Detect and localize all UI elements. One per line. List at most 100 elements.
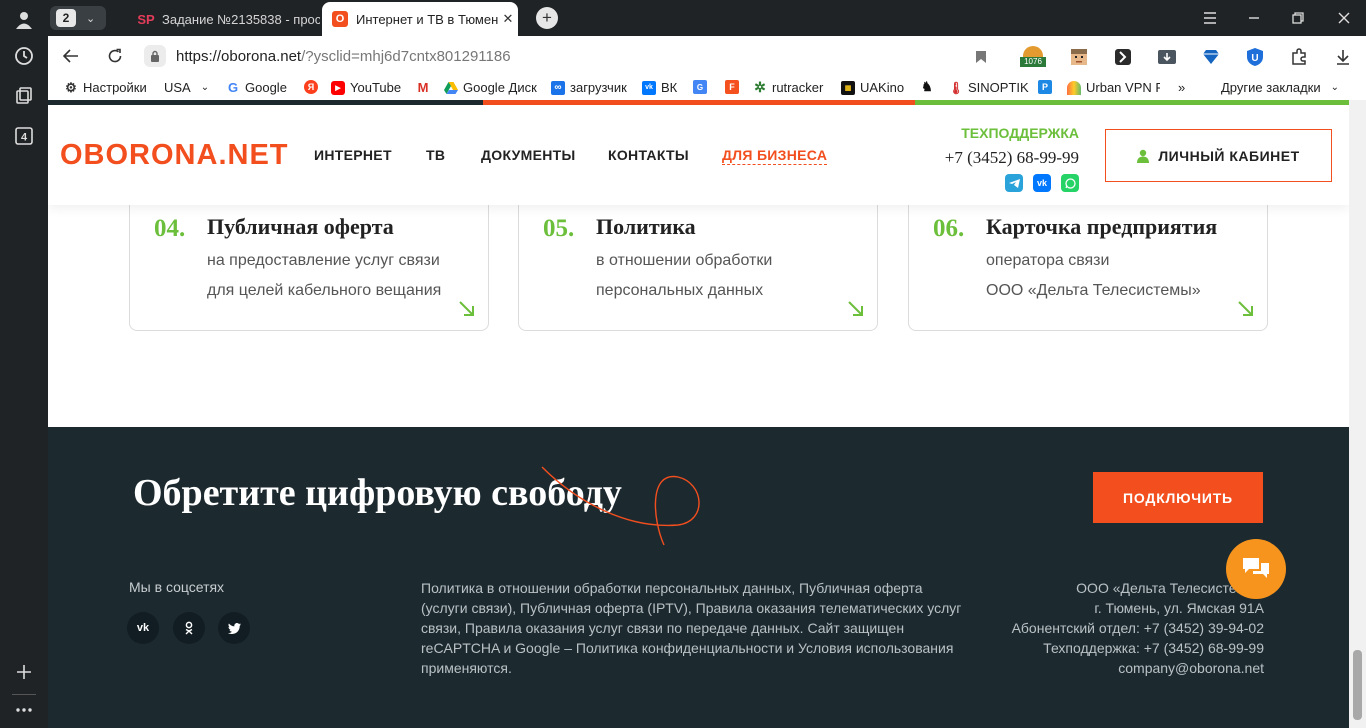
bookmark-p[interactable]: P [1038,80,1057,94]
connect-button[interactable]: ПОДКЛЮЧИТЬ [1093,472,1263,523]
page-scrollbar[interactable] [1349,100,1366,728]
chat-bubbles-icon [1243,558,1269,578]
card-subtitle: оператора связи [986,252,1110,269]
bookmark-label: Другие закладки [1221,80,1321,95]
subscriber-phone[interactable]: Абонентский отдел: +7 (3452) 39-94-02 [1012,618,1264,638]
uakino-icon: ▦ [841,80,855,95]
bookmark-yandex[interactable]: Я [304,80,323,94]
nav-tv[interactable]: ТВ [426,147,445,163]
bookmark-flag-icon[interactable] [970,46,992,68]
support-phone-footer[interactable]: Техподдержка: +7 (3452) 68-99-99 [1012,638,1264,658]
reload-icon[interactable] [104,45,126,67]
sidebar-divider [12,694,36,695]
bookmark-chess[interactable]: ♞ [920,79,939,94]
bookmark-label: ВК [661,80,678,95]
counter-extension-icon[interactable]: 1076 [1020,46,1046,68]
bookmarks-bar: ⚙ Настройки USA ⌄ G Google Я ▶ YouTube M Goo… [48,76,1366,100]
bookmark-urban-vpn[interactable]: Urban VPN P [1067,80,1160,95]
more-dots-icon[interactable] [12,698,36,722]
pixel-face-extension-icon[interactable] [1068,46,1090,68]
nav-internet[interactable]: ИНТЕРНЕТ [314,147,392,163]
address-bar: https://oborona.net/?ysclid=mhj6d7cntx80… [48,36,1366,76]
collections-icon[interactable] [12,84,36,108]
arrow-down-right-icon [1238,301,1253,316]
tab-group-button[interactable]: 2 ⌄ [50,6,106,30]
chat-widget-button[interactable] [1226,539,1286,599]
support-phone[interactable]: +7 (3452) 68-99-99 [945,148,1079,168]
lock-icon[interactable] [144,45,166,67]
bookmark-label: YouTube [350,80,402,95]
bookmark-label: загрузчик [570,80,627,95]
bookmark-youtube[interactable]: ▶ YouTube [331,80,401,95]
footer-policy-links[interactable]: Политика в отношении обработки персональ… [421,578,966,678]
download-arrow-icon[interactable] [1332,46,1354,68]
tab-zadanie[interactable]: SP Задание №2135838 - прос [128,2,320,36]
tabs-count-icon[interactable]: 4 [12,124,36,148]
document-card-offer[interactable]: 04. Публичная оферта на предоставление у… [129,195,489,331]
bookmark-sinoptik[interactable]: 🌡 SINOPTIK [948,80,1028,95]
url-field[interactable]: https://oborona.net/?ysclid=mhj6d7cntx80… [176,48,511,65]
web-page: OBORONA.NET ИНТЕРНЕТ ТВ ДОКУМЕНТЫ КОНТАК… [48,100,1349,728]
bookmark-translate[interactable]: G [693,80,712,94]
odnoklassniki-icon[interactable] [173,612,205,644]
vk-icon[interactable]: vk [127,612,159,644]
bookmark-f[interactable]: F [725,80,744,94]
p-icon: P [1038,80,1052,94]
bookmark-google-drive[interactable]: Google Диск [444,80,537,95]
document-card-policy[interactable]: 05. Политика в отношении обработки персо… [518,195,878,331]
bookmark-rutracker[interactable]: ✲ rutracker [753,79,824,95]
bookmark-label: rutracker [772,80,824,95]
more-bookmarks-button[interactable]: » [1178,80,1185,95]
company-email[interactable]: company@oborona.net [1012,658,1264,678]
nav-documents[interactable]: ДОКУМЕНТЫ [481,147,576,163]
shield-extension-icon[interactable]: U [1244,46,1266,68]
bookmark-settings[interactable]: ⚙ Настройки [64,80,147,96]
telegram-icon[interactable] [1005,174,1023,192]
bookmark-zagruzchik[interactable]: ∞ загрузчик [551,80,627,95]
vk-icon[interactable]: vk [1033,174,1051,192]
bookmark-folder-usa[interactable]: USA ⌄ [164,80,209,95]
bookmark-label: USA [164,80,191,95]
svg-text:4: 4 [21,132,28,144]
document-card-company[interactable]: 06. Карточка предприятия оператора связи… [908,195,1268,331]
bookmark-uakino[interactable]: ▦ UAKino [841,80,904,95]
site-logo[interactable]: OBORONA.NET [60,139,289,172]
diamond-extension-icon[interactable] [1200,46,1222,68]
back-arrow-icon[interactable] [60,45,82,67]
history-icon[interactable] [12,44,36,68]
drive-icon [444,81,458,95]
bookmark-label: UAKino [860,80,905,95]
card-number: 04. [154,215,186,242]
close-icon[interactable]: ✕ [498,11,518,27]
arrow-extension-icon[interactable] [1112,46,1134,68]
download-extension-icon[interactable] [1156,46,1178,68]
profile-icon[interactable] [12,8,36,32]
user-icon [1137,149,1150,163]
bookmark-vk[interactable]: vk ВК [642,80,677,95]
bookmark-gmail[interactable]: M [416,80,435,95]
chevron-down-icon: ⌄ [1330,82,1339,93]
menu-icon[interactable] [1200,8,1220,28]
add-panel-icon[interactable] [12,660,36,684]
minimize-icon[interactable] [1244,8,1264,28]
whatsapp-icon[interactable] [1061,174,1079,192]
personal-cabinet-button[interactable]: ЛИЧНЫЙ КАБИНЕТ [1105,129,1332,182]
extensions-puzzle-icon[interactable] [1288,46,1310,68]
card-number: 05. [543,215,575,242]
translate-icon: G [693,80,707,94]
close-window-icon[interactable] [1334,8,1354,28]
scrollbar-thumb[interactable] [1353,650,1362,720]
vpn-icon [1067,80,1081,95]
nav-business[interactable]: ДЛЯ БИЗНЕСА [722,147,828,165]
company-name: ООО «Дельта Телесистемы» [1076,580,1264,596]
bookmark-google[interactable]: G Google [226,80,287,95]
other-bookmarks-folder[interactable]: Другие закладки ⌄ [1221,80,1339,95]
chevron-down-icon: ⌄ [86,12,96,25]
tab-oborona[interactable]: O Интернет и ТВ в Тюмени ✕ [322,2,518,36]
nav-contacts[interactable]: КОНТАКТЫ [608,147,689,163]
svg-text:U: U [1251,53,1258,64]
yandex-icon: Я [304,80,318,94]
new-tab-button[interactable]: + [536,7,558,29]
restore-icon[interactable] [1288,8,1308,28]
twitter-icon[interactable] [218,612,250,644]
